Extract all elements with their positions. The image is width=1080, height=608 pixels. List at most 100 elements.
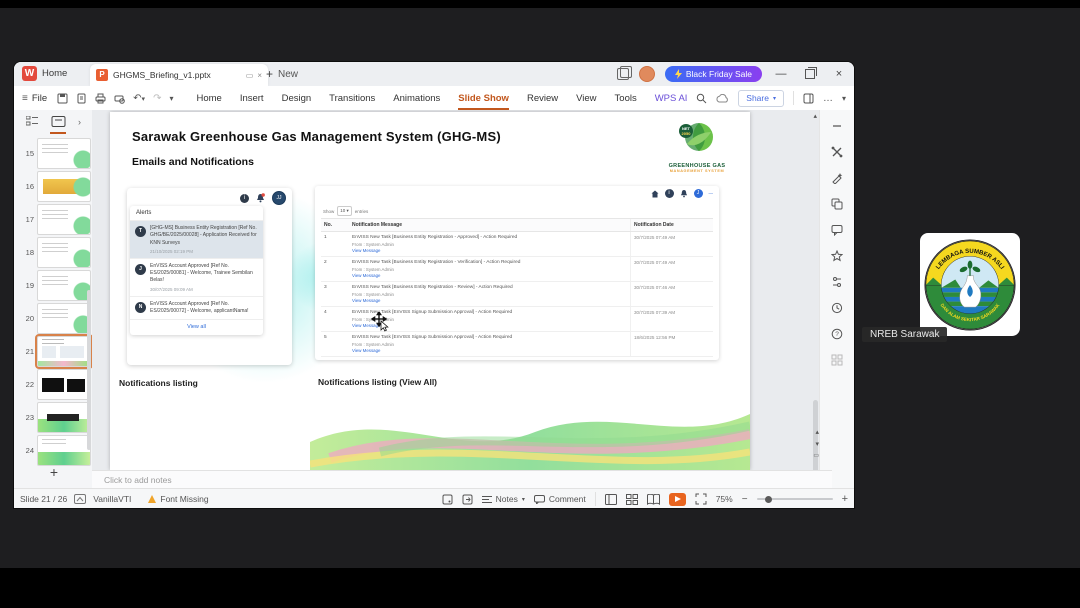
nreb-emblem: LEMBAGA SUMBER ASLI DAN ALAM SEKITAR SAR… [924,238,1016,331]
side-dock-icon[interactable] [462,494,473,505]
menu-transitions[interactable]: Transitions [320,87,384,110]
normal-view-icon[interactable] [604,493,617,505]
slide-thumbnail[interactable] [37,269,91,301]
cloud-sync-icon[interactable] [716,93,729,103]
document-tab[interactable]: P GHGMS_Briefing_v1.pptx ▭ × [90,64,268,86]
save-icon[interactable] [57,93,68,104]
slide-thumbnail[interactable] [37,137,91,169]
reading-view-icon[interactable] [646,493,660,505]
slide-thumb-22[interactable]: 22 [18,368,91,400]
notes-toggle[interactable]: Notes ▾ [481,494,525,504]
favorites-star-icon[interactable] [831,250,843,262]
table-header-row: No. Notification Message Notification Da… [321,218,713,232]
alert-avatar: T [135,226,146,237]
print-preview-icon[interactable] [76,93,87,104]
tab-close-icon[interactable]: × [257,71,262,80]
slide-thumbnail[interactable] [37,203,91,235]
zoom-slider-handle[interactable] [764,495,772,503]
slide-thumb-17[interactable]: 17 [18,203,91,235]
zoom-in-icon[interactable]: + [842,493,848,505]
slide-thumb-23[interactable]: 23 [18,401,91,433]
account-avatar[interactable] [638,66,655,82]
windows-stack-icon[interactable] [616,66,632,80]
file-menu[interactable]: File [32,93,47,104]
slide-thumbnail[interactable] [37,401,91,433]
slide-thumb-21-selected[interactable]: 21 [18,333,93,369]
theme-name[interactable]: VanillaVTI [93,494,131,504]
menu-animations[interactable]: Animations [384,87,449,110]
slide-thumbnail[interactable] [35,333,93,369]
menu-insert[interactable]: Insert [231,87,273,110]
comment-toggle[interactable]: Comment [533,494,586,504]
font-missing-status[interactable]: Font Missing [160,494,208,504]
fit-screen-icon[interactable] [695,493,707,505]
printer-icon[interactable] [95,93,106,104]
help-icon[interactable]: ? [831,328,843,340]
menu-review[interactable]: Review [518,87,567,110]
minimize-button[interactable]: — [772,66,790,83]
slide-thumb-20[interactable]: 20 [18,302,91,334]
slide-thumbnail[interactable] [37,236,91,268]
slide-sorter-icon[interactable] [625,493,638,505]
alert-item: J EnVISS Account Approved [Ref No. ES/20… [130,259,263,297]
slideshow-play-button[interactable] [668,492,686,506]
slide-view-icon[interactable] [51,116,66,127]
menu-tools[interactable]: Tools [606,87,646,110]
collapse-ribbon-icon[interactable]: ▾ [842,94,846,103]
slide-thumb-19[interactable]: 19 [18,269,91,301]
slide-indicator[interactable]: Slide 21 / 26 [20,494,67,504]
zoom-level[interactable]: 75% [716,494,733,504]
undo-icon[interactable]: ↶▾ [133,93,145,104]
slide-subtitle[interactable]: Emails and Notifications [132,156,254,168]
table-row: 1 EnVISS New Task [Business Entity Regis… [321,232,713,257]
apps-grid-icon[interactable] [831,354,843,366]
sidebar-toggle-icon[interactable] [803,93,814,104]
slide-canvas[interactable]: Sarawak Greenhouse Gas Management System… [110,112,750,470]
zoom-slider[interactable] [756,495,833,503]
zoom-out-icon[interactable]: − [742,494,748,505]
tab-window-icon[interactable]: ▭ [246,71,254,80]
slide-title[interactable]: Sarawak Greenhouse Gas Management System… [132,129,501,144]
slide-thumbnail[interactable] [37,434,91,466]
outline-view-icon[interactable] [26,116,39,127]
task-pane-icon[interactable] [442,494,453,505]
slide-thumbnail[interactable] [37,170,91,202]
ai-assistant-icon[interactable] [831,172,843,184]
more-options-icon[interactable]: … [823,93,833,104]
scroll-up-icon[interactable]: ▴ [813,112,817,120]
restore-button[interactable] [805,67,817,79]
menu-view[interactable]: View [567,87,605,110]
slide-thumb-15[interactable]: 15 [18,137,91,169]
shapes-icon[interactable] [831,198,843,210]
new-tab-button[interactable]: + New [266,67,298,81]
slide-thumb-16[interactable]: 16 [18,170,91,202]
print-settings-icon[interactable] [114,93,125,104]
slide-thumbnail[interactable] [37,302,91,334]
settings-sliders-icon[interactable] [831,276,843,288]
wps-logo-icon[interactable]: W [22,66,37,81]
caption-left[interactable]: Notifications listing [119,378,198,388]
menu-wps-ai[interactable]: WPS AI [646,87,697,110]
toolbar-more-icon[interactable]: ▾ [169,94,173,103]
design-tools-icon[interactable] [831,146,843,158]
add-slide-button[interactable]: + [44,464,64,480]
panel-scrollbar[interactable] [87,290,91,450]
home-tab[interactable]: Home [42,68,67,79]
menu-home[interactable]: Home [187,87,230,110]
menu-design[interactable]: Design [273,87,321,110]
comment-pane-icon[interactable] [831,224,843,236]
collapse-panel-icon[interactable]: › [78,117,81,127]
slide-thumb-18[interactable]: 18 [18,236,91,268]
redo-icon[interactable]: ↷ [153,93,161,104]
share-button[interactable]: Share ▾ [738,89,784,107]
menu-slide-show[interactable]: Slide Show [449,87,518,110]
slide-thumbnail[interactable] [37,368,91,400]
collapse-pane-icon[interactable] [831,120,843,132]
history-clock-icon[interactable] [831,302,843,314]
slide-thumb-24[interactable]: 24 [18,434,91,466]
black-friday-sale-button[interactable]: Black Friday Sale [664,66,762,82]
caption-right[interactable]: Notifications listing (View All) [318,377,437,387]
notes-input[interactable]: Click to add notes [92,470,832,489]
search-icon[interactable] [696,93,707,104]
close-button[interactable]: × [830,66,848,83]
